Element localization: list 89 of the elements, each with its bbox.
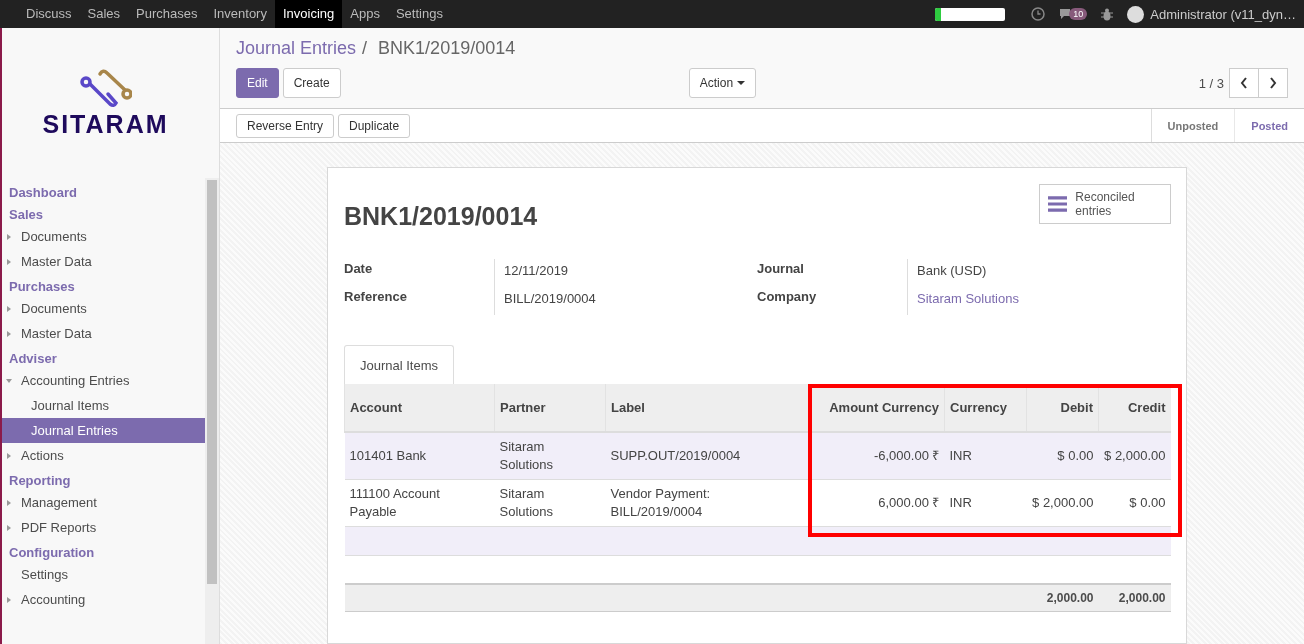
breadcrumb-link[interactable]: Journal Entries: [236, 38, 357, 59]
top-menu-item[interactable]: Purchases: [128, 0, 206, 28]
chevron-right-icon: [1269, 77, 1277, 89]
logo-text: SITARAM: [42, 109, 169, 139]
table-cell: INR: [944, 432, 1027, 479]
logo-drawing: [79, 67, 132, 108]
top-menu-item[interactable]: Apps: [342, 0, 388, 28]
top-menu-item[interactable]: Settings: [387, 0, 451, 28]
pager-text: 1 / 3: [1198, 75, 1224, 91]
menu-item[interactable]: Journal Items: [2, 393, 205, 418]
table-cell: $ 2,000.00: [1026, 479, 1099, 526]
table-cell: Sitaram Solutions: [494, 479, 606, 526]
menu-section-title[interactable]: Reporting: [2, 472, 205, 490]
table-cell: Sitaram Solutions: [494, 432, 606, 479]
caret-right-icon: [6, 233, 12, 240]
column-header[interactable]: Account: [344, 384, 495, 432]
clock-icon[interactable]: [1031, 7, 1046, 21]
tab[interactable]: Journal Items: [344, 345, 455, 385]
menu-section-title[interactable]: Sales: [2, 206, 205, 224]
breadcrumb-separator: /: [362, 38, 368, 59]
table-cell: SUPP.OUT/2019/0004: [605, 432, 810, 479]
menu-section-title[interactable]: Dashboard: [2, 184, 205, 202]
menu-section-title[interactable]: Purchases: [2, 278, 205, 296]
caret-right-icon: [6, 596, 12, 603]
menu-item[interactable]: Documents: [2, 296, 205, 321]
table-cell: $ 0.00: [1098, 479, 1171, 526]
field-value: 12/11/2019: [504, 263, 570, 278]
field-label: Journal: [757, 260, 805, 278]
menu-section-title[interactable]: Adviser: [2, 350, 205, 368]
menu-item[interactable]: Accounting: [2, 587, 205, 612]
avatar-circle[interactable]: [1127, 5, 1145, 23]
menu-item[interactable]: Management: [2, 490, 205, 515]
breadcrumb-current: BNK1/2019/0014: [377, 38, 516, 59]
reconciled-entries-button[interactable]: Reconciled entries: [1039, 184, 1171, 224]
message-count-badge: 10: [1069, 8, 1088, 20]
field-label: Company: [757, 288, 818, 306]
field-value: BILL/2019/0004: [504, 291, 597, 306]
caret-right-icon: [6, 499, 12, 506]
table-cell: INR: [944, 479, 1027, 526]
status-stage[interactable]: Unposted: [1151, 109, 1235, 142]
status-stage[interactable]: Posted: [1234, 109, 1304, 142]
column-header[interactable]: Partner: [494, 384, 606, 432]
table-cell: $ 2,000.00: [1098, 432, 1171, 479]
menu-item[interactable]: Journal Entries: [2, 418, 205, 443]
total-debit: 2,000.00: [1026, 584, 1099, 612]
top-menu-item[interactable]: Inventory: [205, 0, 275, 28]
field-link[interactable]: Sitaram Solutions: [917, 291, 1170, 306]
caret-right-icon: [6, 452, 12, 459]
chevron-left-icon: [1240, 77, 1248, 89]
scrollbar[interactable]: [205, 178, 219, 644]
header-button[interactable]: Reverse Entry: [236, 113, 335, 138]
menu-item[interactable]: Documents: [2, 224, 205, 249]
action-dropdown[interactable]: Action: [688, 68, 757, 98]
bug-icon[interactable]: [1101, 7, 1114, 21]
top-menu-item[interactable]: Sales: [79, 0, 129, 28]
menu-item[interactable]: Master Data: [2, 321, 205, 346]
entry-title: BNK1/2019/0014: [344, 202, 538, 231]
menu-section-title[interactable]: Configuration: [2, 544, 205, 562]
menu-item[interactable]: Accounting Entries: [2, 368, 205, 393]
next-button[interactable]: [1258, 68, 1288, 98]
user-menu[interactable]: Administrator (v11_dyn…: [1150, 6, 1296, 22]
top-menu-item[interactable]: Invoicing: [274, 0, 343, 28]
list-icon: [1048, 195, 1068, 213]
menu-item[interactable]: Actions: [2, 443, 205, 468]
header-button[interactable]: Duplicate: [338, 113, 411, 138]
table-cell: -6,000.00 ₹: [809, 432, 945, 479]
caret-right-icon: [6, 330, 12, 337]
menu-item[interactable]: Master Data: [2, 249, 205, 274]
table-cell: 101401 Bank: [344, 432, 495, 479]
menu-item[interactable]: PDF Reports: [2, 515, 205, 540]
edit-button[interactable]: Edit: [236, 68, 279, 98]
caret-right-icon: [6, 258, 12, 265]
top-menu-item[interactable]: Discuss: [18, 0, 80, 28]
caret-right-icon: [6, 305, 12, 312]
previous-button[interactable]: [1229, 68, 1259, 98]
field-label: Reference: [344, 288, 408, 306]
create-button[interactable]: Create: [282, 68, 341, 98]
table-cell: 111100 Account Payable: [344, 479, 495, 526]
column-header[interactable]: Label: [605, 384, 810, 432]
caret-right-icon: [6, 524, 12, 531]
field-value: Bank (USD): [917, 263, 988, 278]
table-cell: Vendor Payment: BILL/2019/0004: [605, 479, 810, 526]
caret-down-icon: [737, 81, 746, 85]
caret-down-icon: [6, 377, 12, 384]
table-cell: $ 0.00: [1026, 432, 1099, 479]
table-cell: 6,000.00 ₹: [809, 479, 945, 526]
menu-item[interactable]: Settings: [2, 562, 205, 587]
field-label: Date: [344, 260, 374, 278]
total-credit: 2,000.00: [1098, 584, 1171, 612]
